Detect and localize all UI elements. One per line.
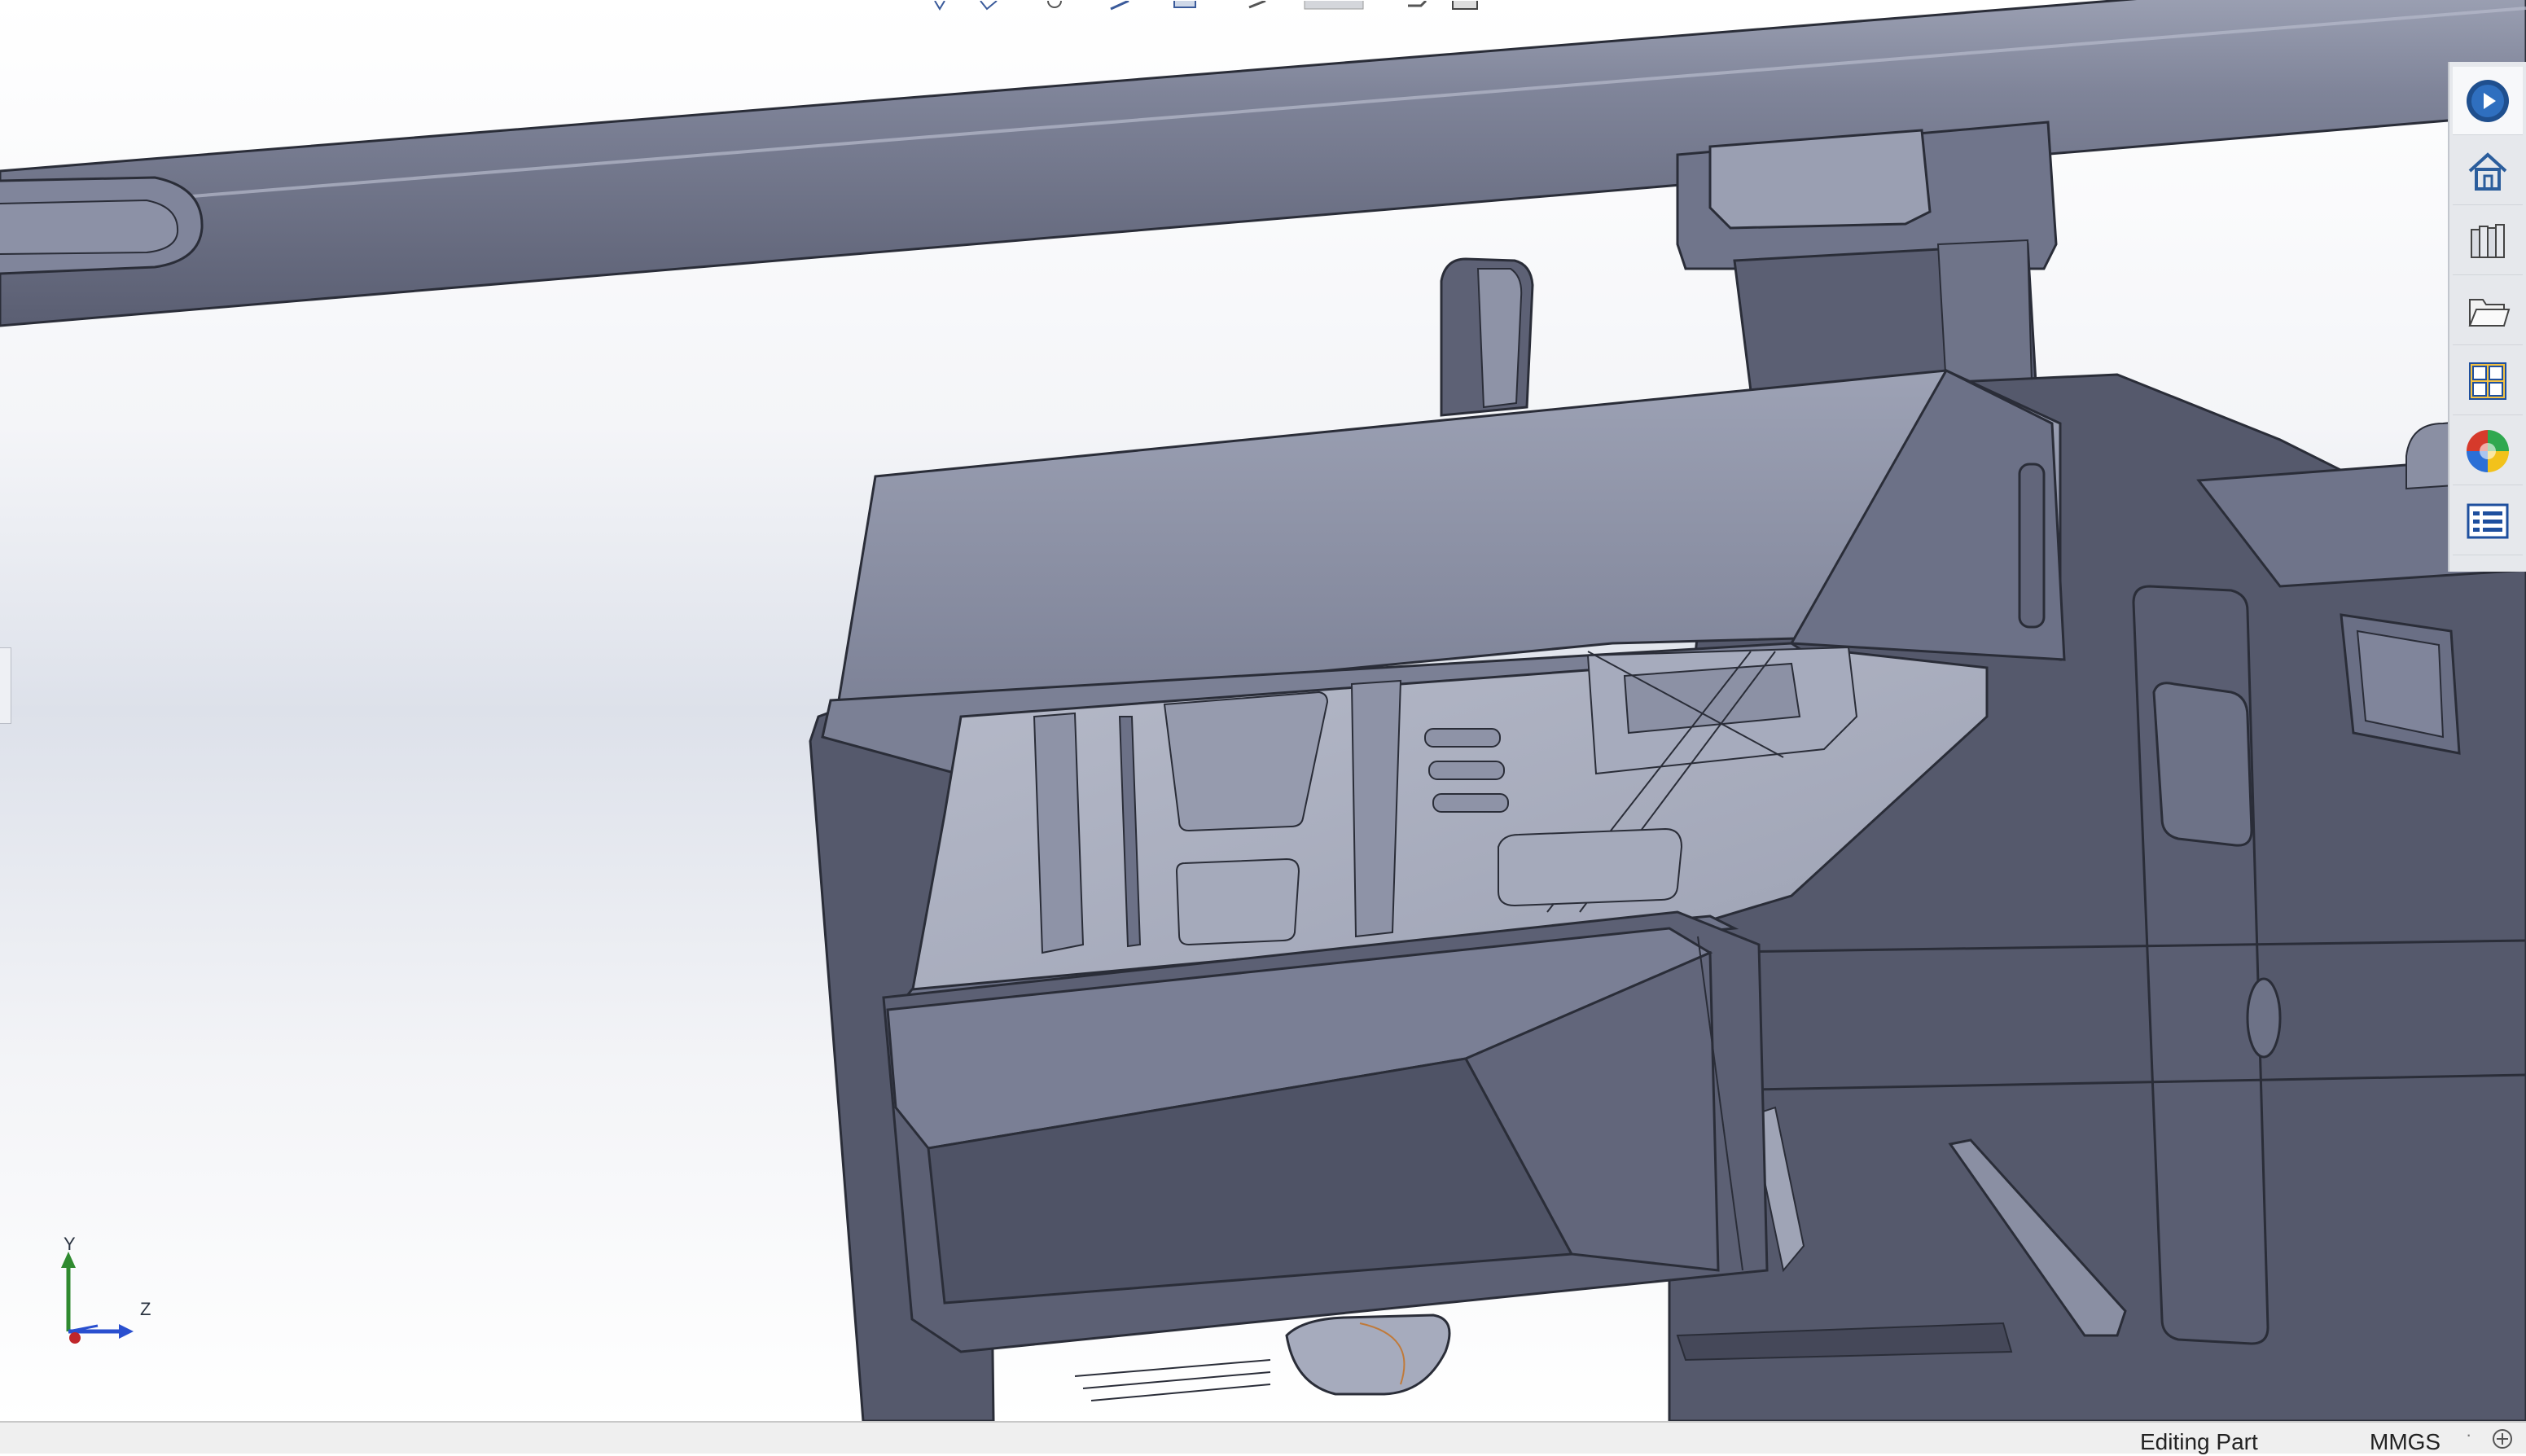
status-bar: Editing Part MMGS · xyxy=(0,1421,2526,1454)
zoom-fit-icon[interactable] xyxy=(928,0,953,11)
home-icon xyxy=(2468,151,2507,191)
reference-triad: Y Z xyxy=(49,1234,179,1356)
task-pane-tabs xyxy=(2448,62,2526,572)
view-palette-button[interactable] xyxy=(2453,347,2523,415)
solidworks-resources-button[interactable] xyxy=(2453,67,2523,135)
scene-icon[interactable] xyxy=(1449,0,1478,10)
appearance-icon[interactable] xyxy=(1405,0,1429,10)
status-mode-text: Editing Part xyxy=(2140,1429,2258,1454)
custom-properties-button[interactable] xyxy=(2453,487,2523,555)
unit-system-button[interactable]: MMGS xyxy=(2370,1429,2440,1455)
triad-y-label: Y xyxy=(64,1234,76,1254)
appearances-button[interactable] xyxy=(2453,417,2523,485)
home-button[interactable] xyxy=(2453,137,2523,205)
barrel-tube[interactable] xyxy=(0,0,2526,327)
mount-bracket[interactable] xyxy=(1676,121,2058,393)
zoom-area-icon[interactable] xyxy=(977,0,1002,11)
previous-view-icon[interactable] xyxy=(1042,0,1067,10)
graphics-viewport[interactable]: Y Z xyxy=(0,0,2526,1421)
sight-fin[interactable] xyxy=(1440,257,1534,417)
design-library-button[interactable] xyxy=(2453,207,2523,275)
file-explorer-button[interactable] xyxy=(2453,277,2523,345)
triad-z-label: Z xyxy=(140,1299,151,1319)
3d-part-model[interactable] xyxy=(0,0,2526,1421)
quick-tips-icon[interactable] xyxy=(2489,1427,2516,1450)
design-library-icon xyxy=(2471,223,2505,258)
solidworks-logo-icon xyxy=(2467,79,2509,122)
display-style-icon[interactable] xyxy=(1246,0,1270,10)
status-separator: · xyxy=(2466,1424,2472,1445)
heads-up-view-toolbar xyxy=(928,0,1515,11)
view-palette-icon xyxy=(2469,362,2506,400)
appearances-icon xyxy=(2467,429,2509,472)
custom-properties-icon xyxy=(2467,503,2509,538)
section-view-icon[interactable] xyxy=(1107,0,1132,11)
view-orientation-icon[interactable] xyxy=(1173,0,1197,10)
feature-tree-flyout-handle[interactable] xyxy=(0,647,11,724)
folder-icon xyxy=(2468,298,2511,327)
hide-show-icon[interactable] xyxy=(1303,0,1368,10)
